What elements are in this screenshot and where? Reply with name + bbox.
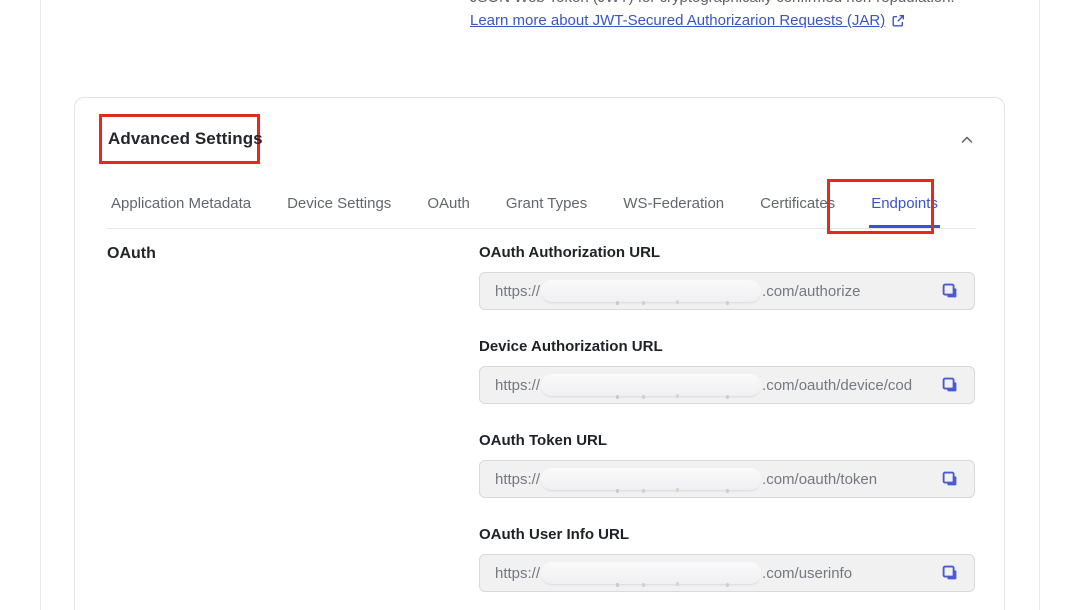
jar-description-text: JSON Web Token (JWT) for cryptographical…	[470, 0, 990, 8]
copy-icon	[941, 282, 959, 300]
url-prefix: https://	[495, 377, 540, 394]
field-label: OAuth User Info URL	[479, 526, 975, 543]
copy-button[interactable]	[940, 563, 960, 583]
url-suffix: .com/authorize	[762, 283, 940, 300]
field-label: OAuth Authorization URL	[479, 244, 975, 261]
redacted-domain	[541, 280, 761, 302]
copy-button[interactable]	[940, 375, 960, 395]
url-suffix: .com/oauth/token	[762, 471, 940, 488]
redacted-domain	[541, 468, 761, 490]
tab-endpoints[interactable]: Endpoints	[869, 195, 940, 228]
tab-ws-federation[interactable]: WS-Federation	[621, 195, 726, 228]
endpoint-fields: OAuth Authorization URL https:// .com/au…	[479, 244, 975, 610]
url-prefix: https://	[495, 283, 540, 300]
copy-icon	[941, 376, 959, 394]
oauth-authorization-url-input[interactable]: https:// .com/authorize	[479, 272, 975, 310]
settings-page: JSON Web Token (JWT) for cryptographical…	[0, 0, 1090, 610]
tab-application-metadata[interactable]: Application Metadata	[109, 195, 253, 228]
redacted-domain	[541, 374, 761, 396]
oauth-token-url-input[interactable]: https:// .com/oauth/token	[479, 460, 975, 498]
field-oauth-token-url: OAuth Token URL https:// .com/oauth/toke…	[479, 432, 975, 498]
field-label: Device Authorization URL	[479, 338, 975, 355]
copy-icon	[941, 470, 959, 488]
tab-oauth[interactable]: OAuth	[425, 195, 472, 228]
field-oauth-authorization-url: OAuth Authorization URL https:// .com/au…	[479, 244, 975, 310]
external-link-icon	[891, 14, 905, 28]
url-prefix: https://	[495, 565, 540, 582]
jar-learn-more-link[interactable]: Learn more about JWT-Secured Authorizari…	[470, 10, 885, 32]
url-prefix: https://	[495, 471, 540, 488]
collapse-section-button[interactable]	[954, 127, 980, 153]
device-authorization-url-input[interactable]: https:// .com/oauth/device/cod	[479, 366, 975, 404]
tab-grant-types[interactable]: Grant Types	[504, 195, 589, 228]
advanced-settings-card: Advanced Settings Application Metadata D…	[74, 97, 1005, 610]
annotation-box-advanced-settings: Advanced Settings	[99, 114, 260, 164]
advanced-settings-tabs: Application Metadata Device Settings OAu…	[107, 195, 976, 229]
oauth-section-title: OAuth	[107, 245, 156, 263]
redacted-domain	[541, 562, 761, 584]
tab-device-settings[interactable]: Device Settings	[285, 195, 393, 228]
copy-button[interactable]	[940, 469, 960, 489]
jar-intro-block: JSON Web Token (JWT) for cryptographical…	[470, 0, 990, 32]
url-suffix: .com/oauth/device/cod	[762, 377, 940, 394]
field-label: OAuth Token URL	[479, 432, 975, 449]
copy-button[interactable]	[940, 281, 960, 301]
tab-certificates[interactable]: Certificates	[758, 195, 837, 228]
oauth-user-info-url-input[interactable]: https:// .com/userinfo	[479, 554, 975, 592]
field-oauth-user-info-url: OAuth User Info URL https:// .com/userin…	[479, 526, 975, 592]
copy-icon	[941, 564, 959, 582]
field-device-authorization-url: Device Authorization URL https:// .com/o…	[479, 338, 975, 404]
card-title: Advanced Settings	[108, 129, 263, 149]
chevron-up-icon	[959, 132, 975, 148]
url-suffix: .com/userinfo	[762, 565, 940, 582]
